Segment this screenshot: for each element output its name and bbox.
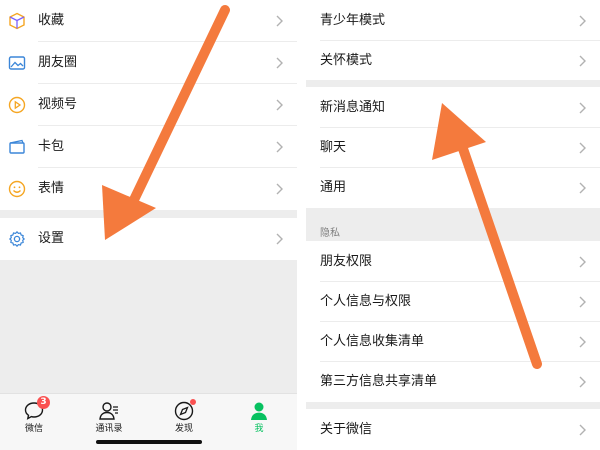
tab-label: 通讯录	[95, 424, 123, 434]
me-menu-group: 收藏 朋友圈 视频号 卡包 表情	[0, 0, 297, 210]
contacts-icon	[98, 400, 120, 422]
tab-label: 微信	[24, 424, 43, 434]
cube-icon	[8, 12, 26, 30]
chevron-right-icon	[276, 141, 283, 153]
menu-item-moments[interactable]: 朋友圈	[0, 42, 297, 84]
menu-item-new-message-notifications[interactable]: 新消息通知	[306, 87, 600, 129]
chevron-right-icon	[579, 336, 586, 348]
tab-contacts[interactable]: 通讯录	[79, 400, 139, 440]
me-page-panel: 收藏 朋友圈 视频号 卡包 表情 设置 3 微信 通讯录 发现 我	[0, 0, 297, 450]
menu-item-label: 通用	[320, 180, 347, 195]
menu-item-label: 关怀模式	[320, 53, 373, 68]
menu-item-label: 青少年模式	[320, 13, 386, 28]
chevron-right-icon	[579, 55, 586, 67]
tab-me[interactable]: 我	[229, 400, 289, 440]
smiley-icon	[8, 180, 26, 198]
menu-item-label: 个人信息与权限	[320, 294, 412, 309]
menu-item-general[interactable]: 通用	[306, 167, 600, 209]
section-header-privacy: 隐私	[320, 228, 340, 239]
chevron-right-icon	[276, 183, 283, 195]
settings-group-general: 新消息通知 聊天 通用	[306, 87, 600, 208]
settings-group-modes: 青少年模式 关怀模式	[306, 0, 600, 80]
tab-label: 我	[254, 424, 264, 434]
chevron-right-icon	[579, 142, 586, 154]
menu-item-label: 视频号	[38, 97, 78, 112]
chevron-right-icon	[579, 182, 586, 194]
chevron-right-icon	[276, 57, 283, 69]
chevron-right-icon	[579, 376, 586, 388]
settings-group-about: 关于微信	[306, 409, 600, 450]
menu-item-chat[interactable]: 聊天	[306, 127, 600, 169]
menu-item-teen-mode[interactable]: 青少年模式	[306, 0, 600, 42]
menu-item-card-wallet[interactable]: 卡包	[0, 126, 297, 168]
menu-item-third-party-sharing-list[interactable]: 第三方信息共享清单	[306, 361, 600, 403]
tab-discover[interactable]: 发现	[154, 399, 214, 440]
tab-chats[interactable]: 3 微信	[4, 396, 64, 440]
chevron-right-icon	[579, 15, 586, 27]
compass-icon	[173, 399, 196, 422]
menu-item-care-mode[interactable]: 关怀模式	[306, 40, 600, 82]
menu-item-personal-info-collection-list[interactable]: 个人信息收集清单	[306, 321, 600, 363]
play-circle-icon	[8, 96, 26, 114]
menu-item-stickers[interactable]: 表情	[0, 168, 297, 210]
chevron-right-icon	[276, 99, 283, 111]
person-icon	[248, 400, 270, 422]
chevron-right-icon	[276, 15, 283, 27]
chevron-right-icon	[276, 233, 283, 245]
menu-item-label: 聊天	[320, 140, 347, 155]
menu-item-label: 新消息通知	[320, 100, 386, 115]
menu-item-personal-info-permissions[interactable]: 个人信息与权限	[306, 281, 600, 323]
menu-item-friend-permissions[interactable]: 朋友权限	[306, 241, 600, 283]
gear-icon	[8, 230, 26, 248]
settings-group: 设置	[0, 218, 297, 260]
menu-item-label: 设置	[38, 231, 65, 246]
menu-item-label: 第三方信息共享清单	[320, 374, 438, 389]
card-icon	[8, 138, 26, 156]
menu-item-about-wechat[interactable]: 关于微信	[306, 409, 600, 450]
menu-item-label: 朋友圈	[38, 55, 78, 70]
image-icon	[8, 54, 26, 72]
menu-item-label: 表情	[38, 181, 65, 196]
chevron-right-icon	[579, 296, 586, 308]
menu-item-label: 卡包	[38, 139, 65, 154]
chevron-right-icon	[579, 256, 586, 268]
menu-item-favorites[interactable]: 收藏	[0, 0, 297, 42]
settings-group-privacy: 朋友权限 个人信息与权限 个人信息收集清单 第三方信息共享清单	[306, 241, 600, 402]
menu-item-settings[interactable]: 设置	[0, 218, 297, 260]
chat-bubble-icon: 3	[23, 396, 50, 422]
menu-item-label: 个人信息收集清单	[320, 334, 425, 349]
tab-label: 发现	[174, 424, 193, 434]
settings-page-panel: 青少年模式 关怀模式 新消息通知 聊天 通用 隐私 朋友权限 个人信息与权限 个…	[306, 0, 600, 450]
menu-item-label: 收藏	[38, 13, 65, 28]
chevron-right-icon	[579, 102, 586, 114]
chevron-right-icon	[579, 424, 586, 436]
menu-item-channels[interactable]: 视频号	[0, 84, 297, 126]
unread-badge: 3	[37, 396, 50, 409]
notification-dot	[190, 399, 196, 405]
menu-item-label: 朋友权限	[320, 254, 373, 269]
menu-item-label: 关于微信	[320, 422, 373, 437]
home-indicator	[96, 440, 202, 444]
